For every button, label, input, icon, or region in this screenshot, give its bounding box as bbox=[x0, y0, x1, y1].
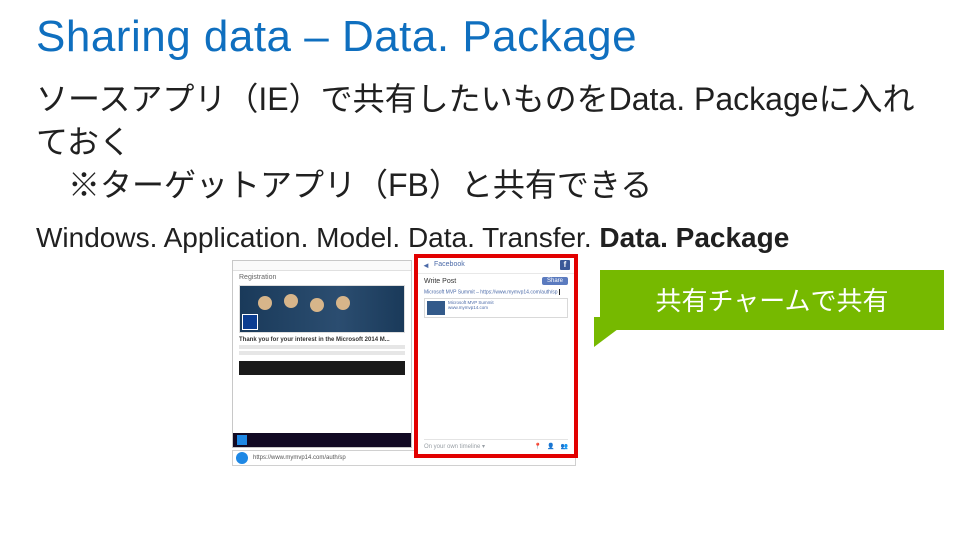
link-meta: Microsoft MVP Summit www.mymvp14.com bbox=[448, 301, 494, 315]
body-blackbar bbox=[239, 361, 405, 375]
photo-badge bbox=[242, 314, 258, 330]
text-cursor bbox=[559, 289, 560, 295]
target-app-facebook-panel: ◄ Facebook f Write Post Share Microsoft … bbox=[418, 258, 574, 454]
photo-head-1 bbox=[258, 296, 272, 310]
write-post-label: Write Post bbox=[424, 278, 456, 285]
ie-topbar bbox=[233, 261, 411, 271]
subtitle-line-2: ※ターゲットアプリ（FB）と共有できる bbox=[36, 164, 652, 207]
photo-head-4 bbox=[336, 296, 350, 310]
body-line-1 bbox=[239, 345, 405, 349]
slide-subtitle: ソースアプリ（IE）で共有したいものをData. Packageに入れておく ※… bbox=[36, 78, 924, 208]
thanks-text: Thank you for your interest in the Micro… bbox=[239, 337, 405, 344]
taskbar-ie-icon bbox=[237, 435, 247, 445]
api-prefix: Windows. Application. Model. Data. Trans… bbox=[36, 222, 599, 253]
ie-taskbar bbox=[233, 433, 411, 447]
callout-text: 共有チャームで共有 bbox=[656, 281, 889, 318]
ie-icon bbox=[236, 452, 248, 464]
share-text-content: Microsoft MVP Summit – https://www.mymvp… bbox=[424, 289, 558, 295]
figure-row: Registration Thank you for your interest… bbox=[36, 260, 924, 480]
back-icon[interactable]: ◄ bbox=[422, 261, 430, 270]
slide: Sharing data – Data. Package ソースアプリ（IE）で… bbox=[0, 0, 960, 540]
share-button[interactable]: Share bbox=[542, 277, 568, 285]
registration-heading: Registration bbox=[233, 271, 411, 283]
registration-photo bbox=[239, 285, 405, 333]
link-thumb bbox=[427, 301, 445, 315]
slide-title: Sharing data – Data. Package bbox=[36, 12, 924, 62]
pin-icon[interactable]: 📍 bbox=[534, 444, 541, 450]
facebook-logo-icon: f bbox=[560, 260, 570, 270]
target-app-highlight: ◄ Facebook f Write Post Share Microsoft … bbox=[414, 254, 578, 458]
post-footer: On your own timeline ▾ 📍 👤 👥 bbox=[424, 439, 568, 450]
facebook-header: ◄ Facebook f bbox=[418, 258, 574, 274]
source-app-ie-window: Registration Thank you for your interest… bbox=[232, 260, 412, 448]
photo-head-3 bbox=[310, 298, 324, 312]
api-class: Data. Package bbox=[599, 222, 789, 253]
share-charm-callout: 共有チャームで共有 bbox=[600, 270, 944, 330]
facebook-name: Facebook bbox=[434, 261, 465, 268]
write-post-header: Write Post Share bbox=[418, 274, 574, 287]
link-preview-card: Microsoft MVP Summit www.mymvp14.com bbox=[424, 298, 568, 318]
timeline-select[interactable]: On your own timeline ▾ bbox=[424, 443, 485, 450]
link-sub: www.mymvp14.com bbox=[448, 306, 494, 311]
people-icon[interactable]: 👥 bbox=[561, 444, 568, 450]
api-namespace: Windows. Application. Model. Data. Trans… bbox=[36, 222, 924, 254]
body-line-2 bbox=[239, 351, 405, 355]
share-text[interactable]: Microsoft MVP Summit – https://www.mymvp… bbox=[424, 289, 568, 296]
photo-head-2 bbox=[284, 294, 298, 308]
footer-icons: 📍 👤 👥 bbox=[530, 443, 568, 450]
subtitle-line-1: ソースアプリ（IE）で共有したいものをData. Packageに入れておく bbox=[36, 81, 915, 160]
person-icon[interactable]: 👤 bbox=[547, 444, 554, 450]
